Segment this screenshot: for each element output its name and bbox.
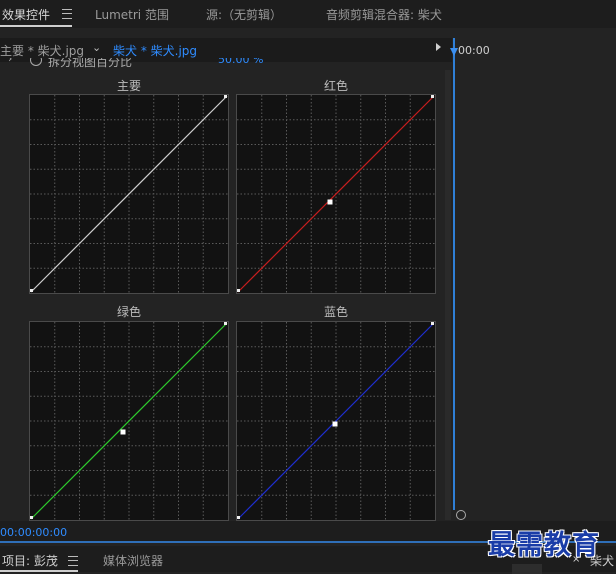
- tab-source[interactable]: 源:（无剪辑）: [206, 6, 282, 23]
- panel-scrollbar[interactable]: [445, 70, 451, 520]
- curve-line[interactable]: [30, 95, 228, 293]
- curve-graph[interactable]: [237, 95, 435, 293]
- curve-endpoint[interactable]: [30, 289, 33, 292]
- watermark-logo: 最需教育: [488, 530, 600, 561]
- panel-menu-icon[interactable]: [68, 556, 78, 566]
- play-icon[interactable]: [436, 43, 441, 51]
- tab-effect-controls[interactable]: 效果控件: [2, 6, 50, 23]
- chevron-down-icon[interactable]: ⌄: [92, 41, 101, 54]
- playhead-icon[interactable]: [450, 48, 458, 56]
- tab-project[interactable]: 项目: 彭茂: [2, 552, 58, 569]
- curve-endpoint[interactable]: [224, 322, 227, 325]
- playhead-line[interactable]: [453, 38, 455, 510]
- curve-blue[interactable]: [236, 321, 436, 521]
- curve-endpoint[interactable]: [431, 95, 434, 98]
- split-view-row: › 拆分视图百分比 50.00 %: [0, 58, 452, 70]
- curve-graph[interactable]: [237, 322, 435, 520]
- curve-title-green: 绿色: [116, 305, 141, 319]
- active-tab-indicator: [0, 25, 72, 27]
- curve-endpoint[interactable]: [30, 516, 33, 519]
- curve-graph[interactable]: [30, 95, 228, 293]
- curve-line[interactable]: [237, 95, 435, 293]
- master-clip-label[interactable]: 主要 * 柴犬.jpg: [0, 42, 84, 59]
- panel-menu-icon[interactable]: [62, 9, 72, 19]
- current-timecode[interactable]: 00:00:00:00: [0, 526, 67, 539]
- curve-red[interactable]: [236, 94, 436, 294]
- curve-endpoint[interactable]: [237, 289, 240, 292]
- curve-graph[interactable]: [30, 322, 228, 520]
- curve-endpoint[interactable]: [431, 322, 434, 325]
- tab-media-browser[interactable]: 媒体浏览器: [103, 552, 163, 569]
- active-clip-label[interactable]: 柴犬 * 柴犬.jpg: [113, 42, 197, 59]
- curve-line[interactable]: [30, 322, 228, 520]
- curve-control-point[interactable]: [332, 421, 338, 427]
- curve-title-red: 红色: [323, 79, 348, 93]
- curve-master[interactable]: [29, 94, 229, 294]
- curve-control-point[interactable]: [120, 429, 126, 435]
- tab-audio-clip-mixer[interactable]: 音频剪辑混合器: 柴犬: [326, 6, 442, 23]
- split-view-radio[interactable]: [30, 58, 42, 66]
- curve-title-master: 主要: [116, 79, 141, 93]
- curve-line[interactable]: [237, 322, 435, 520]
- effect-timeline[interactable]: 00:00: [450, 38, 616, 520]
- panel-tab-bar: 效果控件 Lumetri 范围 源:（无剪辑） 音频剪辑混合器: 柴犬: [0, 0, 616, 28]
- split-view-percent[interactable]: 50.00 %: [218, 58, 263, 66]
- tab-lumetri-scopes[interactable]: Lumetri 范围: [95, 6, 169, 23]
- curve-green[interactable]: [29, 321, 229, 521]
- timeline-time-label: 00:00: [458, 44, 490, 57]
- curve-title-blue: 蓝色: [323, 305, 348, 319]
- curve-endpoint[interactable]: [237, 516, 240, 519]
- zoom-handle[interactable]: [456, 510, 466, 520]
- split-view-label: 拆分视图百分比: [48, 58, 133, 69]
- curve-endpoint[interactable]: [224, 95, 227, 98]
- curve-control-point[interactable]: [327, 199, 333, 205]
- collapse-icon[interactable]: ›: [8, 58, 12, 65]
- panel-corner: [512, 564, 542, 574]
